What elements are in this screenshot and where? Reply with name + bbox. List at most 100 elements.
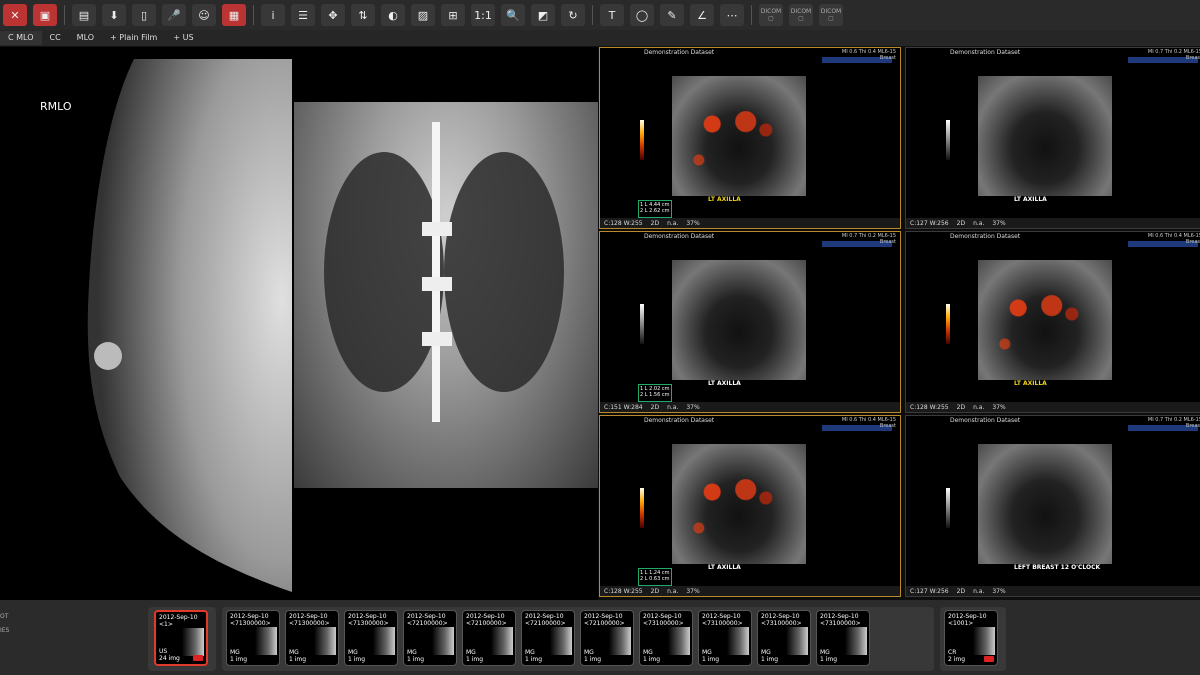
viewport-status-bar: C:151 W:284 2D n.a. 37% — [600, 402, 900, 412]
zoom-value[interactable]: 37% — [682, 588, 703, 595]
zoom-value[interactable]: 37% — [682, 220, 703, 227]
dicom-print-icon[interactable]: DICOM ▢ — [819, 4, 843, 26]
dicom-send-icon[interactable]: DICOM ▢ — [789, 4, 813, 26]
series-thumbnail[interactable]: 2012-Sep-10 <72100000> MG 1 img — [580, 610, 634, 666]
measure-menu-icon[interactable]: ⋯ — [720, 4, 744, 26]
close-study-icon[interactable]: ✕ — [3, 4, 27, 26]
microphone-icon[interactable]: 🎤 — [162, 4, 186, 26]
mammogram-viewport[interactable]: RMLO — [0, 47, 292, 600]
series-thumbnail[interactable]: 2012-Sep-10 <73100000> MG 1 img — [639, 610, 693, 666]
color-scale-bar — [946, 120, 950, 160]
na-value[interactable]: n.a. — [969, 220, 988, 227]
window-level-icon[interactable]: ◐ — [381, 4, 405, 26]
series-id: <72100000> — [407, 620, 448, 627]
loaded-indicator — [984, 656, 994, 662]
series-thumbnail[interactable]: 2012-Sep-10 <73100000> MG 1 img — [816, 610, 870, 666]
anatomy-label: LT AXILLA — [708, 380, 741, 387]
na-value[interactable]: n.a. — [969, 404, 988, 411]
series-thumbnail[interactable]: 2012-Sep-10 <72100000> MG 1 img — [521, 610, 575, 666]
study-export-icon[interactable]: ▤ — [72, 4, 96, 26]
series-thumbnail[interactable]: 2012-Sep-10 <71300000> MG 1 img — [285, 610, 339, 666]
series-thumbnail[interactable]: 2012-Sep-10 <72100000> MG 1 img — [403, 610, 457, 666]
text-annotation-icon[interactable]: T — [600, 4, 624, 26]
na-value[interactable]: n.a. — [663, 588, 682, 595]
tab-c-mlo[interactable]: C MLO — [0, 31, 42, 45]
series-meta: CR 2 img — [948, 649, 965, 663]
series-thumbnail[interactable]: 2012-Sep-10 <71300000> MG 1 img — [344, 610, 398, 666]
mode-value[interactable]: 2D — [647, 404, 663, 411]
zoom-fit-icon[interactable]: ⊞ — [441, 4, 465, 26]
user-icon[interactable]: ☺ — [192, 4, 216, 26]
zoom-icon[interactable]: 🔍 — [501, 4, 525, 26]
series-thumbnail[interactable]: 2012-Sep-10 <73100000> MG 1 img — [757, 610, 811, 666]
open-folder-icon[interactable]: ▣ — [33, 4, 57, 26]
series-thumbnail[interactable]: 2012-Sep-10 <71300000> MG 1 img — [226, 610, 280, 666]
viewport-title: Demonstration Dataset — [644, 417, 715, 424]
ultrasound-viewport-3[interactable]: Demonstration Dataset MI 0.7 Thi 0.2 ML6-… — [599, 231, 901, 413]
thumbnail-preview — [973, 627, 995, 655]
zoom-value[interactable]: 37% — [988, 588, 1009, 595]
angle-icon[interactable]: ∠ — [690, 4, 714, 26]
series-date: 2012-Sep-10 — [761, 613, 800, 620]
toolbar-separator — [592, 5, 593, 25]
magnify-icon[interactable]: ▨ — [411, 4, 435, 26]
tab-mlo[interactable]: MLO — [69, 31, 102, 45]
ultrasound-image — [672, 76, 806, 196]
tab-plain-film[interactable]: + Plain Film — [102, 31, 165, 45]
zoom-value[interactable]: 37% — [988, 220, 1009, 227]
window-level-value[interactable]: C:128 W:255 — [600, 220, 647, 227]
one-to-one-button[interactable]: 1:1 — [471, 4, 495, 26]
window-level-value[interactable]: C:128 W:255 — [906, 404, 953, 411]
series-thumbnail[interactable]: 2012-Sep-10 <73100000> MG 1 img — [698, 610, 752, 666]
zoom-value[interactable]: 37% — [682, 404, 703, 411]
ultrasound-viewport-4[interactable]: Demonstration Dataset MI 0.6 Thi 0.4 ML6-… — [905, 231, 1200, 413]
series-meta: MG 1 img — [230, 649, 247, 663]
mode-value[interactable]: 2D — [953, 404, 969, 411]
series-thumbnail[interactable]: 2012-Sep-10 <72100000> MG 1 img — [462, 610, 516, 666]
mode-value[interactable]: 2D — [953, 220, 969, 227]
series-date: 2012-Sep-10 — [584, 613, 623, 620]
chest-xray-image — [294, 102, 598, 488]
ellipse-roi-icon[interactable]: ◯ — [630, 4, 654, 26]
zoom-value[interactable]: 37% — [988, 404, 1009, 411]
window-level-value[interactable]: C:127 W:256 — [906, 588, 953, 595]
report-icon[interactable]: ▦ — [222, 4, 246, 26]
dicom-icon[interactable]: DICOM ▢ — [759, 4, 783, 26]
na-value[interactable]: n.a. — [663, 220, 682, 227]
download-icon[interactable]: ⬇ — [102, 4, 126, 26]
acquisition-info: MI 0.6 Thi 0.4 ML6-15Breast — [842, 49, 896, 61]
viewport-title: Demonstration Dataset — [644, 233, 715, 240]
ultrasound-viewport-6[interactable]: Demonstration Dataset MI 0.7 Thi 0.2 ML6-… — [905, 415, 1200, 597]
series-thumbnail[interactable]: 2012-Sep-10 <1> US 24 img — [154, 610, 208, 666]
rotate-icon[interactable]: ↻ — [561, 4, 585, 26]
info-button[interactable]: i — [261, 4, 285, 26]
series-thumbnail[interactable]: 2012-Sep-10 <1001> CR 2 img — [944, 610, 998, 666]
window-level-value[interactable]: C:127 W:256 — [906, 220, 953, 227]
invert-icon[interactable]: ◩ — [531, 4, 555, 26]
pan-icon[interactable]: ✥ — [321, 4, 345, 26]
ruler-icon[interactable]: ✎ — [660, 4, 684, 26]
scroll-icon[interactable]: ⇅ — [351, 4, 375, 26]
mode-value[interactable]: 2D — [647, 588, 663, 595]
image-count: 1 img — [407, 656, 425, 663]
na-value[interactable]: n.a. — [969, 588, 988, 595]
color-scale-bar — [640, 120, 644, 160]
stack-icon[interactable]: ☰ — [291, 4, 315, 26]
series-thumbnail-bar: OT IES 2012-Sep-10 <1> US 24 img 2012-Sep-10… — [0, 600, 1200, 675]
na-value[interactable]: n.a. — [663, 404, 682, 411]
measurement-value: 2 L 2.62 cm — [640, 208, 670, 214]
tab-us[interactable]: + US — [165, 31, 201, 45]
series-id: <72100000> — [525, 620, 566, 627]
mode-value[interactable]: 2D — [953, 588, 969, 595]
window-level-value[interactable]: C:151 W:284 — [600, 404, 647, 411]
hanging-protocol-tabs: C MLO CC MLO + Plain Film + US — [0, 30, 1200, 47]
ultrasound-viewport-2[interactable]: Demonstration Dataset MI 0.7 Thi 0.2 ML6-… — [905, 47, 1200, 229]
window-level-value[interactable]: C:128 W:255 — [600, 588, 647, 595]
document-icon[interactable]: ▯ — [132, 4, 156, 26]
ultrasound-viewport-1[interactable]: Demonstration Dataset MI 0.6 Thi 0.4 ML6-… — [599, 47, 901, 229]
mode-value[interactable]: 2D — [647, 220, 663, 227]
tab-cc[interactable]: CC — [42, 31, 69, 45]
mammogram-image — [87, 59, 292, 592]
ultrasound-viewport-5[interactable]: Demonstration Dataset MI 0.6 Thi 0.4 ML6-… — [599, 415, 901, 597]
chest-xray-viewport[interactable] — [292, 47, 598, 600]
